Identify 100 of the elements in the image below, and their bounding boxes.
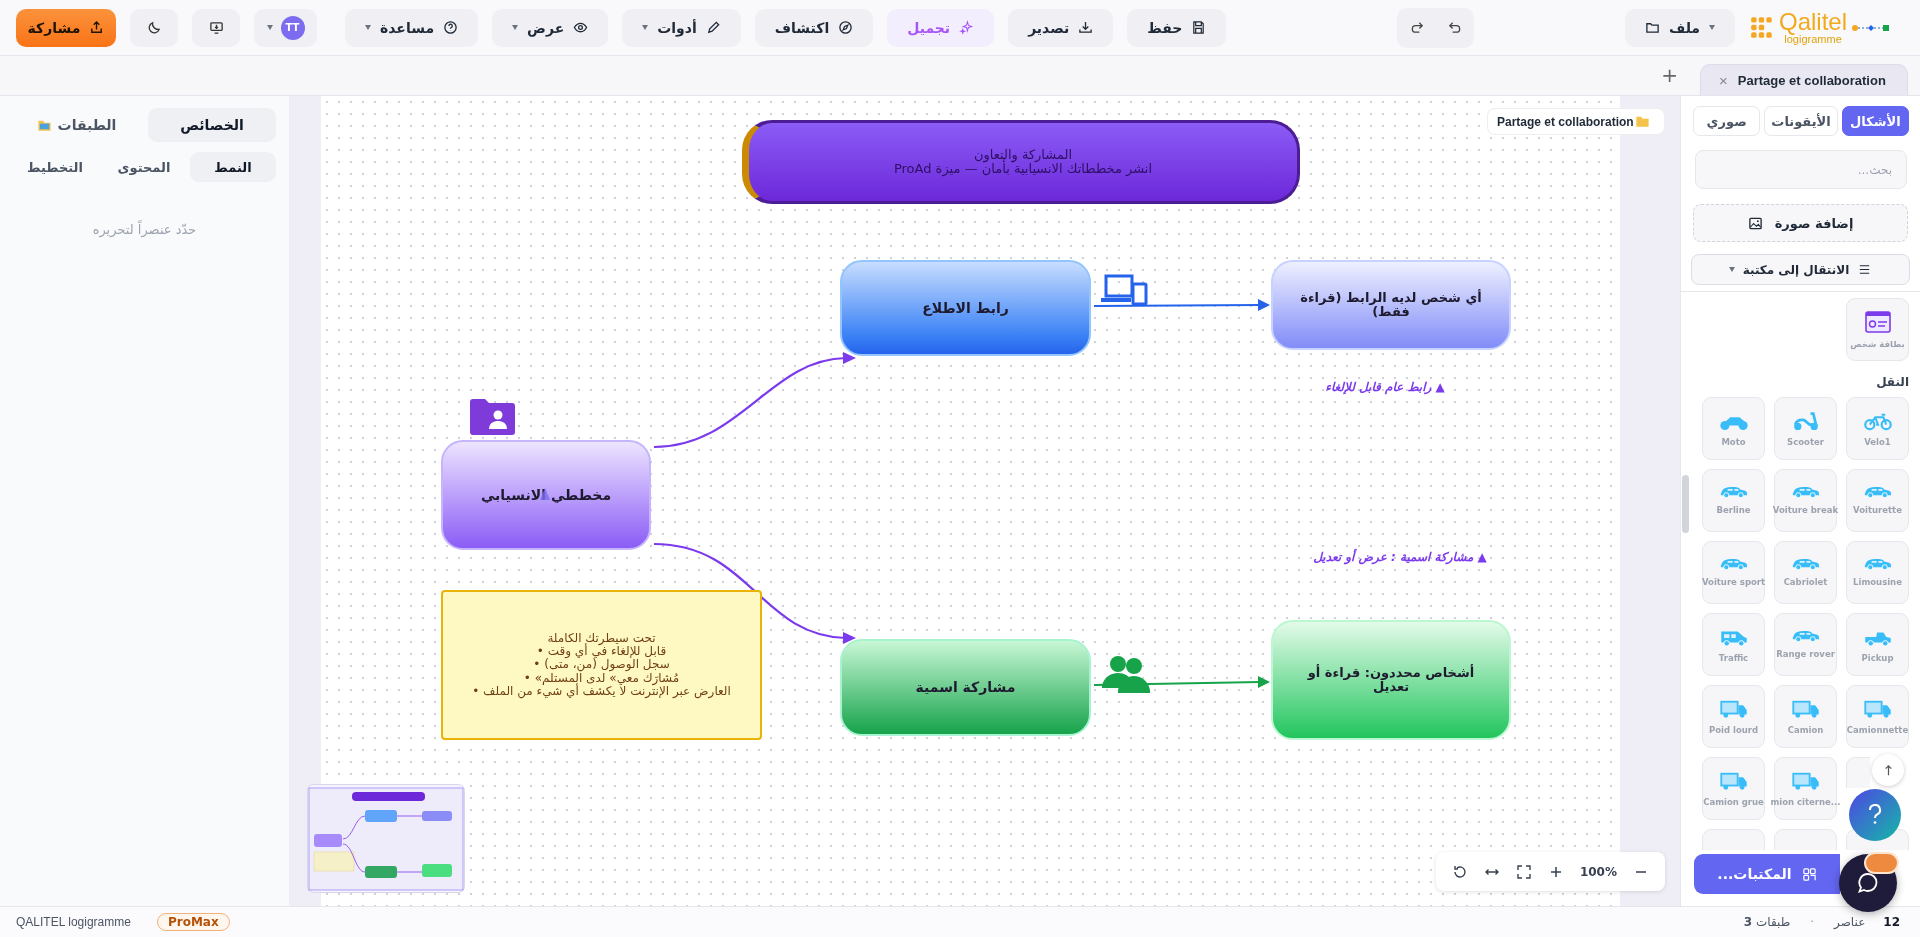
app-name: QALITEL logigramme — [16, 915, 131, 929]
truck-icon — [1790, 770, 1821, 791]
share-button[interactable]: مشاركة — [16, 8, 116, 47]
reset-icon[interactable] — [1452, 863, 1468, 880]
logo-icon — [1749, 14, 1775, 41]
car-icon — [1719, 558, 1748, 571]
caret-icon — [365, 25, 371, 30]
id-card-icon — [1864, 310, 1891, 333]
shape-tile[interactable]: Limousine — [1846, 541, 1909, 604]
elements-label: عناصر — [1834, 915, 1866, 929]
help-icon — [443, 20, 459, 35]
panel-tab[interactable]: الخصائص — [148, 108, 276, 142]
compass-icon — [838, 20, 854, 35]
scrollbar-thumb[interactable] — [1682, 475, 1689, 533]
toolbar-button[interactable]: حفظ — [1127, 8, 1227, 47]
shape-tile[interactable]: Velo1 — [1846, 397, 1909, 460]
devices-icon — [1100, 274, 1148, 306]
dark-mode-button[interactable] — [130, 8, 178, 47]
separator-dot: · — [1810, 915, 1815, 929]
pencil-icon — [705, 20, 721, 35]
shape-tile[interactable]: Camionnette — [1846, 685, 1909, 748]
download-icon — [1078, 20, 1094, 35]
shape-tile[interactable]: Pickup — [1846, 613, 1909, 676]
logo-tagline: logigramme — [1784, 34, 1842, 45]
monitor-icon — [208, 20, 224, 35]
flow-node: أشخاص محددون: قراءة أو تعديل — [1271, 620, 1511, 740]
shape-tile[interactable]: Camion — [1774, 685, 1837, 748]
section-heading: النقل — [1875, 375, 1909, 389]
question-mark-icon — [1867, 804, 1883, 826]
panel-subtab[interactable]: النمط — [190, 152, 276, 182]
moon-icon — [146, 20, 162, 35]
account-menu[interactable]: TT — [254, 8, 317, 47]
menu-button[interactable]: أدوات — [622, 8, 741, 47]
present-button[interactable] — [192, 8, 240, 47]
add-image-button[interactable]: إضافة صورة — [1693, 204, 1908, 242]
logo-wordmark: Qalitel — [1779, 10, 1848, 34]
menu-button[interactable]: مساعدة — [345, 8, 479, 47]
image-icon — [1747, 215, 1763, 231]
truck-icon — [1718, 770, 1749, 791]
sparkle-icon — [959, 20, 975, 35]
shape-tile[interactable]: Voiture sport — [1702, 541, 1765, 604]
elements-count: 12 — [1883, 915, 1900, 929]
note-text: • العارض عبر الإنترنت لا يكشف أي شيء من الملف — [472, 684, 731, 698]
shape-tile[interactable]: Traffic — [1702, 613, 1765, 676]
shape-tile[interactable]: Voiturette — [1846, 469, 1909, 532]
car-icon — [1791, 558, 1820, 571]
edge-label: ▲ رابط عام قابل للإلغاء — [1324, 380, 1446, 394]
minimap-drawing[interactable] — [307, 784, 465, 893]
plan-badge: ProMax — [156, 913, 230, 931]
shape-tile[interactable]: Poid lourd — [1702, 685, 1765, 748]
toolbar-button[interactable]: تجميل — [887, 8, 995, 47]
shape-tile[interactable]: بطاقة شخص — [1846, 298, 1909, 361]
toolbar-button[interactable]: تصدير — [1008, 8, 1114, 47]
panel-subtab[interactable]: المحتوى — [101, 152, 187, 182]
car-icon — [1719, 486, 1748, 499]
edge-label: ▲ مشاركة اسمية : عرض أو تعديل — [1312, 550, 1488, 564]
panel-tab[interactable]: الأيقونات — [1764, 106, 1838, 136]
panel-subtab[interactable]: التخطيط — [12, 152, 98, 182]
shape-tile[interactable]: Cabriolet — [1774, 541, 1837, 604]
shape-tile[interactable]: Camion grue — [1702, 757, 1765, 820]
redo-icon[interactable] — [1409, 20, 1425, 35]
document-tab[interactable]: × Partage et collaboration — [1700, 64, 1908, 95]
new-tab-button[interactable]: + — [1661, 63, 1678, 87]
folder-icon — [1644, 20, 1660, 35]
truck-icon — [1862, 698, 1893, 719]
caret-icon — [642, 25, 649, 30]
fullscreen-icon[interactable] — [1515, 863, 1532, 880]
file-menu[interactable]: ملف — [1624, 8, 1735, 47]
libraries-button[interactable]: المكتبات... — [1694, 854, 1840, 894]
flow-node: رابط الاطلاع — [840, 260, 1091, 356]
shape-tile[interactable]: Moto — [1702, 397, 1765, 460]
panel-tab[interactable]: الأشكال — [1841, 106, 1909, 136]
avatar: TT — [280, 15, 305, 40]
panel-tab[interactable]: الطبقات — [12, 108, 141, 142]
folder-user-icon — [470, 398, 515, 435]
grid-icon — [1801, 866, 1817, 882]
caret-icon — [512, 25, 519, 30]
notification-badge — [1864, 852, 1899, 874]
search-field[interactable]: بحث... — [1695, 150, 1907, 189]
flow-node: أي شخص لديه الرابط (قراءة فقط) — [1271, 260, 1511, 350]
panel-tab[interactable]: صوري — [1693, 106, 1761, 136]
empty-message: حدّد عنصراً لتحريره — [91, 222, 198, 237]
chat-bubble-icon — [1856, 871, 1880, 895]
car-icon — [1863, 558, 1892, 571]
library-select[interactable]: الانتقال إلى مكتبة — [1691, 254, 1910, 285]
undo-icon[interactable] — [1446, 20, 1462, 35]
shape-tile[interactable]: Range rover — [1774, 613, 1837, 676]
toolbar-button[interactable]: اكتشاف — [754, 8, 874, 47]
close-icon[interactable]: × — [1719, 71, 1728, 89]
folder-icon — [1635, 114, 1650, 129]
eye-icon — [573, 20, 589, 35]
note-text: • سجل الوصول (من، متى) — [533, 658, 670, 672]
shape-tile[interactable] — [1846, 757, 1870, 788]
truck-icon — [1790, 698, 1821, 719]
shape-tile[interactable]: Voiture break — [1774, 469, 1837, 532]
help-button[interactable] — [1849, 789, 1901, 841]
title-node: المشاركة والتعاون انشر مخططاتك الانسيابية بأمان — ميزة ProAd — [742, 120, 1300, 204]
menu-button[interactable]: عرض — [492, 8, 609, 47]
shape-tile[interactable]: Berline — [1702, 469, 1765, 532]
shape-tile[interactable]: Scooter — [1774, 397, 1837, 460]
